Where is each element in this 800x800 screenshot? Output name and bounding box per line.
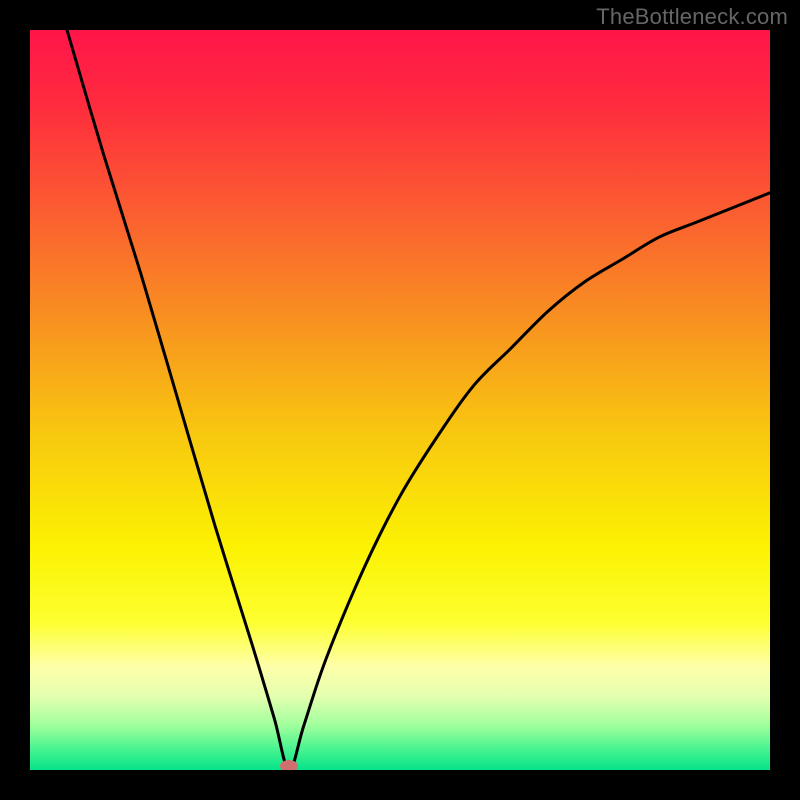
watermark-text: TheBottleneck.com — [596, 4, 788, 30]
chart-frame: TheBottleneck.com — [0, 0, 800, 800]
gradient-background — [30, 30, 770, 770]
chart-svg — [30, 30, 770, 770]
plot-area — [30, 30, 770, 770]
